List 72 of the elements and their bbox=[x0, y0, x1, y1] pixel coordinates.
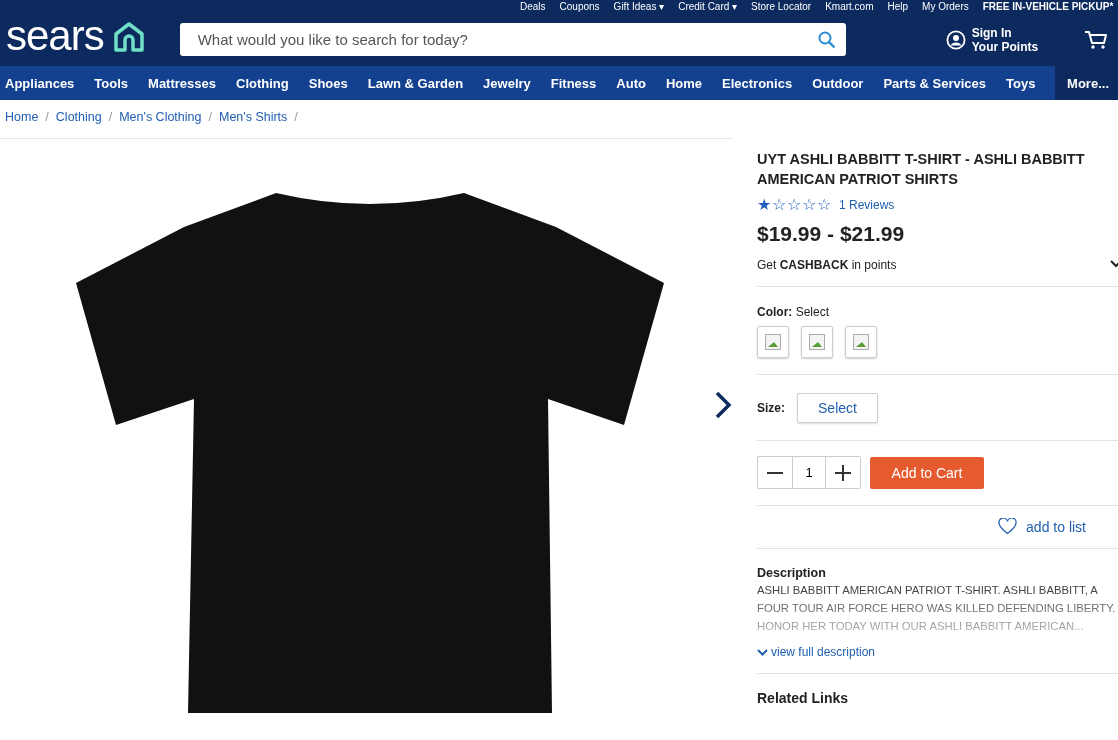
star-icon: ★ bbox=[757, 195, 771, 214]
top-link[interactable]: Gift Ideas ▾ bbox=[613, 1, 665, 12]
add-to-list-link[interactable]: add to list bbox=[998, 518, 1086, 535]
description-heading: Description bbox=[757, 566, 827, 580]
breadcrumb-separator: / bbox=[108, 110, 113, 124]
category-tab[interactable]: Mattresses bbox=[138, 66, 226, 100]
category-tab[interactable]: Tools bbox=[84, 66, 139, 100]
category-tab[interactable]: Jewelry bbox=[473, 66, 541, 100]
cart-icon[interactable] bbox=[1084, 29, 1108, 50]
top-link[interactable]: Deals bbox=[520, 1, 546, 12]
top-link[interactable]: Store Locator bbox=[751, 1, 812, 12]
star-icon: ☆ bbox=[802, 195, 816, 214]
category-tab[interactable]: Outdoor bbox=[802, 66, 874, 100]
color-swatch[interactable] bbox=[757, 326, 789, 358]
category-tab[interactable]: Home bbox=[655, 66, 713, 100]
breadcrumb-separator: / bbox=[294, 110, 298, 124]
category-tab[interactable]: Lawn & Garden bbox=[357, 66, 474, 100]
broken-image-icon bbox=[809, 334, 825, 350]
breadcrumb-link[interactable]: Clothing bbox=[55, 110, 102, 124]
plus-icon bbox=[835, 464, 851, 481]
color-label: Color: bbox=[757, 305, 793, 319]
increase-button[interactable] bbox=[826, 456, 861, 489]
top-link[interactable]: My Orders bbox=[922, 1, 969, 12]
color-value: Select bbox=[795, 305, 830, 319]
category-tab[interactable]: Shoes bbox=[298, 66, 358, 100]
breadcrumb-link[interactable]: Home bbox=[5, 110, 39, 124]
category-tab[interactable]: Toys bbox=[996, 66, 1046, 100]
breadcrumb-link[interactable]: Men's Clothing bbox=[119, 110, 202, 124]
view-full-description-link[interactable]: view full description bbox=[757, 645, 876, 659]
top-link[interactable]: Credit Card ▾ bbox=[678, 1, 738, 12]
category-tab[interactable]: Appliances bbox=[0, 66, 85, 100]
heart-icon bbox=[998, 518, 1018, 535]
decrease-button[interactable] bbox=[757, 456, 792, 489]
breadcrumb-separator: / bbox=[208, 110, 212, 124]
sears-logo[interactable]: sears bbox=[6, 14, 104, 57]
breadcrumb-link[interactable]: Men's Shirts bbox=[218, 110, 288, 124]
category-tab[interactable]: Parts & Services bbox=[873, 66, 997, 100]
quantity-field[interactable]: 1 bbox=[792, 456, 826, 489]
add-to-cart-button[interactable]: Add to Cart bbox=[870, 456, 984, 489]
category-tab[interactable]: Electronics bbox=[712, 66, 803, 100]
search-icon[interactable] bbox=[817, 30, 836, 49]
size-select-button[interactable]: Select bbox=[797, 393, 878, 423]
chevron-right-icon[interactable] bbox=[713, 390, 733, 420]
top-link[interactable]: Kmart.com bbox=[825, 1, 874, 12]
house-logo-icon bbox=[111, 19, 146, 54]
top-link[interactable]: Coupons bbox=[559, 1, 600, 12]
top-link[interactable]: Help bbox=[887, 1, 909, 12]
star-icon: ☆ bbox=[772, 195, 786, 214]
sign-in-link[interactable]: Sign In Your Points bbox=[945, 25, 1039, 54]
price-range: $19.99 - $21.99 bbox=[757, 222, 906, 246]
product-title: UYT ASHLI BABBITT T-SHIRT - ASHLI BABBITT AMERICAN PATRIOT SHIRTS bbox=[757, 150, 1086, 189]
size-label: Size: bbox=[757, 401, 785, 415]
star-icon: ☆ bbox=[787, 195, 801, 214]
category-tab[interactable]: Clothing bbox=[226, 66, 299, 100]
star-icon: ☆ bbox=[817, 195, 831, 214]
broken-image-icon bbox=[853, 334, 869, 350]
minus-icon bbox=[767, 471, 783, 474]
description-text: ASHLI BABBITT AMERICAN PATRIOT T-SHIRT. ASHLI BABBITT, A FOUR TOUR AIR FORCE HERO WAS KILLED DEFENDING LIBERTY. HONOR HER TODAY WITH OUR ASHLI BABBITT AMERICAN... bbox=[757, 583, 1117, 634]
related-links-heading: Related Links bbox=[757, 690, 850, 706]
broken-image-icon bbox=[765, 334, 781, 350]
color-swatch[interactable] bbox=[801, 326, 833, 358]
category-tab[interactable]: Fitness bbox=[540, 66, 607, 100]
breadcrumb-separator: / bbox=[45, 110, 49, 124]
chevron-down-icon bbox=[757, 648, 768, 656]
promo-text: FREE IN-VEHICLE PICKUP* bbox=[982, 1, 1115, 12]
search-field[interactable]: What would you like to search for today? bbox=[179, 23, 846, 56]
user-icon bbox=[945, 29, 966, 50]
category-tab[interactable]: Auto bbox=[606, 66, 656, 100]
reviews-link[interactable]: 1 Reviews bbox=[839, 197, 895, 212]
category-tab[interactable]: More... bbox=[1055, 66, 1118, 100]
cashback-text: Get CASHBACK in points bbox=[757, 258, 897, 272]
color-swatch[interactable] bbox=[845, 326, 877, 358]
